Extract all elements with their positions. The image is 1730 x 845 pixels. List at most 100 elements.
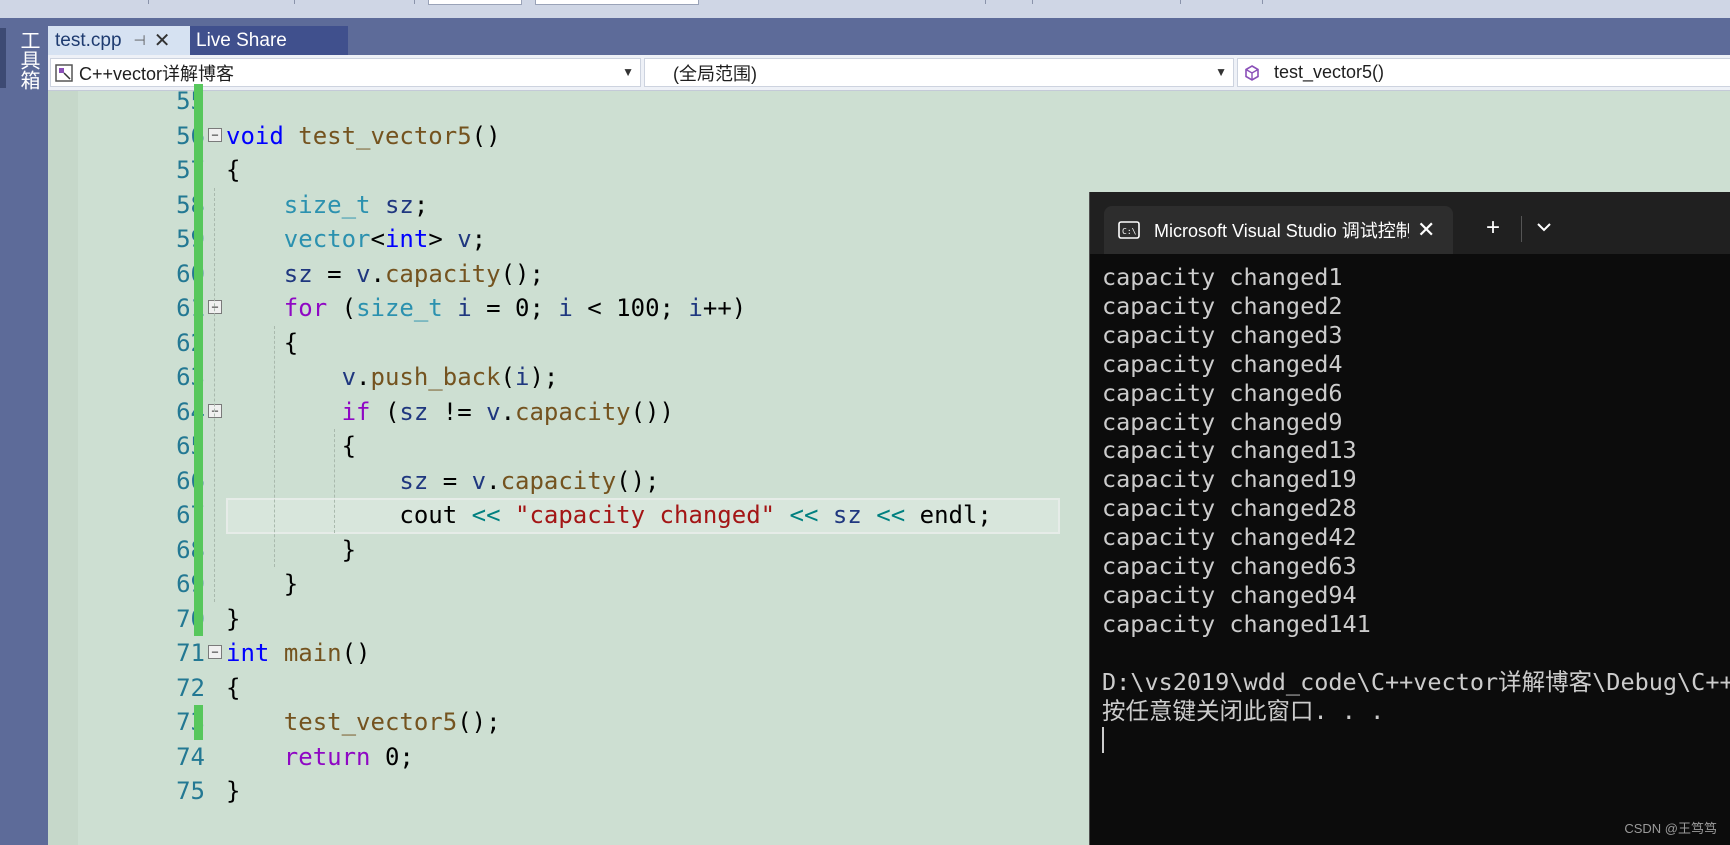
svg-text:C:\: C:\ [1122,227,1137,236]
console-cursor [1102,727,1104,754]
change-marker [194,394,203,429]
code-text[interactable]: int main() [226,636,371,671]
method-icon [1245,64,1259,81]
code-text[interactable]: } [226,533,356,568]
code-text[interactable]: if (sz != v.capacity()) [226,395,674,430]
console-output-line: capacity changed1 [1102,263,1343,291]
line-number: 72 [176,673,205,702]
code-text[interactable]: { [226,153,240,188]
indent-guide [214,187,215,602]
code-text[interactable]: sz = v.capacity(); [226,257,544,292]
code-text[interactable]: v.push_back(i); [226,360,559,395]
line-number: 59 [176,225,205,253]
code-text[interactable]: } [226,774,240,809]
console-output-line: capacity changed4 [1102,349,1343,378]
indent-guide [334,429,335,533]
line-number: 65 [176,432,205,460]
new-tab-icon[interactable]: + [1486,214,1500,242]
debug-console-window[interactable]: C:\ Microsoft Visual Studio 调试控制台 ✕ + ca… [1089,192,1730,845]
tab-live-share[interactable]: Live Share [190,26,348,55]
line-number: 60 [176,259,205,288]
line-number: 66 [176,466,205,495]
change-marker [194,429,203,464]
change-marker [194,601,203,636]
line-number: 68 [176,535,205,564]
project-dropdown-value: C++vector详解博客 [79,63,235,84]
console-output-line: D:\vs2019\wdd_code\C++vector详解博客\Debug\C… [1102,667,1730,696]
change-marker [194,256,203,291]
chevron-down-icon: ▼ [622,65,634,79]
document-tab-bar: test.cpp ⊣ ✕ Live Share [48,18,1730,55]
code-line[interactable]: 55 [48,84,1730,119]
code-text[interactable]: size_t sz; [226,188,429,223]
line-number: 62 [176,328,205,357]
chevron-down-icon: ▼ [1215,65,1227,79]
watermark: CSDN @王笃笃 [1624,821,1717,836]
member-dropdown[interactable]: test_vector5() [1237,58,1730,87]
collapse-icon[interactable]: − [208,403,222,418]
project-dropdown[interactable]: C++vector详解博客 ▼ [50,58,641,87]
indent-guide [274,325,275,567]
toolbox-marker [0,28,6,88]
line-number: 55 [176,87,205,115]
member-dropdown-value: test_vector5() [1274,62,1385,82]
toolbox-label[interactable]: 工具箱 [10,30,41,90]
console-output-line: capacity changed141 [1102,609,1371,638]
line-number: 67 [176,501,205,529]
console-output-line: capacity changed94 [1102,580,1357,609]
tab-live-share-label: Live Share [196,29,287,51]
change-marker [194,118,203,153]
scope-dropdown[interactable]: (全局范围) ▼ [644,58,1234,87]
close-icon[interactable]: ✕ [1417,217,1435,243]
terminal-icon: C:\ [1118,221,1140,239]
collapse-icon[interactable]: − [208,127,222,142]
line-number: 63 [176,363,205,391]
change-marker [194,84,203,119]
code-line[interactable]: 57 { [48,153,1730,188]
code-text[interactable]: cout << "capacity changed" << sz << endl… [226,498,991,533]
line-number: 58 [176,190,205,219]
console-tab[interactable]: C:\ Microsoft Visual Studio 调试控制台 ✕ [1104,206,1453,254]
change-marker [194,222,203,257]
change-marker [194,291,203,326]
tab-test-cpp[interactable]: test.cpp ⊣ ✕ [48,26,190,55]
code-text[interactable]: vector<int> v; [226,222,486,257]
pin-icon[interactable]: ⊣ [134,32,146,49]
chevron-down-icon[interactable] [1532,215,1556,239]
code-text[interactable]: sz = v.capacity(); [226,464,659,499]
code-text[interactable]: void test_vector5() [226,119,501,154]
console-output-line: capacity changed6 [1102,378,1343,407]
code-text[interactable]: { [226,326,298,361]
collapse-icon[interactable]: − [208,645,222,659]
collapse-icon[interactable]: − [208,300,222,314]
close-tab-icon[interactable]: ✕ [154,28,171,53]
line-number: 70 [176,604,205,633]
line-number: 64 [176,397,205,426]
console-output-line: capacity changed63 [1102,552,1357,580]
tab-test-cpp-label: test.cpp [55,29,122,51]
code-text[interactable]: return 0; [226,740,414,775]
console-output-line: capacity changed19 [1102,465,1357,494]
change-marker [194,567,203,602]
code-text[interactable]: } [226,602,240,637]
code-text[interactable]: test_vector5(); [226,705,501,740]
console-output-line: 按任意键关闭此窗口. . . [1102,696,1385,725]
code-text[interactable]: { [226,429,356,464]
line-number: 75 [176,777,205,805]
code-text[interactable]: for (size_t i = 0; i < 100; i++) [226,291,746,326]
line-number: 69 [176,570,205,598]
code-line[interactable]: 56− void test_vector5() [48,118,1730,154]
line-number: 56 [176,121,205,150]
change-marker [194,360,203,395]
console-tab-title: Microsoft Visual Studio 调试控制台 [1154,221,1409,241]
console-output-line: capacity changed42 [1102,523,1357,552]
toolbox-panel[interactable]: 工具箱 [0,18,48,845]
title-separator [1521,216,1522,242]
code-text[interactable]: { [226,671,240,706]
change-marker [194,463,203,498]
code-text[interactable]: } [226,567,298,602]
change-marker [194,705,203,740]
line-number: 61 [176,294,205,322]
console-title-bar: C:\ Microsoft Visual Studio 调试控制台 ✕ + [1090,192,1730,254]
console-output-line: capacity changed2 [1102,291,1343,320]
